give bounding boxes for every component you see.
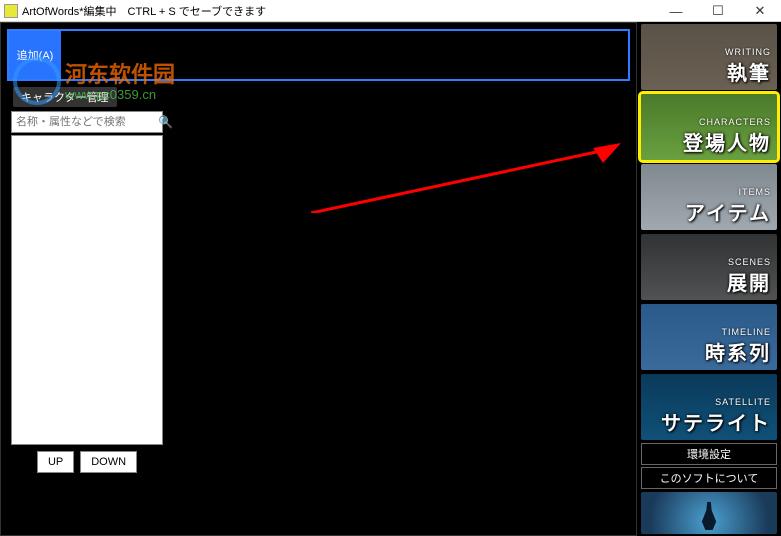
app-icon	[4, 4, 18, 18]
right-rail: WRITING 執筆 CHARACTERS 登場人物 ITEMS アイテム SC…	[637, 22, 781, 536]
title-bar: ArtOfWords*編集中 CTRL + S でセーブできます — ☐ ✕	[0, 0, 781, 22]
search-icon[interactable]: 🔍	[158, 115, 173, 129]
silhouette-icon	[700, 502, 718, 530]
tab-en-label: TIMELINE	[721, 327, 771, 337]
tab-scenes[interactable]: SCENES 展開	[641, 234, 777, 300]
window-controls: — ☐ ✕	[655, 0, 781, 22]
tab-jp-label: 展開	[727, 267, 771, 296]
tab-jp-label: 時系列	[705, 337, 771, 366]
reorder-controls: UP DOWN	[11, 451, 163, 473]
tab-jp-label: 執筆	[727, 57, 771, 86]
footer-image	[641, 492, 777, 534]
left-panel: 🔍 UP DOWN	[11, 111, 163, 473]
main-panel: 河东软件园 www.pc0359.cn 追加(A) キャラクター管理 🔍 UP …	[0, 22, 637, 536]
up-button[interactable]: UP	[37, 451, 74, 473]
tab-satellite[interactable]: SATELLITE サテライト	[641, 374, 777, 440]
window-title: ArtOfWords*編集中 CTRL + S でセーブできます	[22, 3, 266, 19]
minimize-button[interactable]: —	[655, 0, 697, 22]
top-row: 追加(A)	[7, 29, 630, 81]
tab-jp-label: サテライト	[661, 407, 771, 436]
close-button[interactable]: ✕	[739, 0, 781, 22]
tab-jp-label: アイテム	[685, 197, 771, 226]
maximize-button[interactable]: ☐	[697, 0, 739, 22]
tab-en-label: SATELLITE	[715, 397, 771, 407]
link-env-settings[interactable]: 環境設定	[641, 443, 777, 465]
annotation-arrow-icon	[311, 143, 621, 213]
search-box[interactable]: 🔍	[11, 111, 163, 133]
tab-timeline[interactable]: TIMELINE 時系列	[641, 304, 777, 370]
tab-writing[interactable]: WRITING 執筆	[641, 24, 777, 90]
tab-characters[interactable]: CHARACTERS 登場人物	[641, 94, 777, 160]
section-label: キャラクター管理	[13, 87, 117, 107]
tab-jp-label: 登場人物	[683, 127, 771, 156]
tab-en-label: CHARACTERS	[699, 117, 771, 127]
tab-items[interactable]: ITEMS アイテム	[641, 164, 777, 230]
link-about[interactable]: このソフトについて	[641, 467, 777, 489]
tab-en-label: WRITING	[725, 47, 771, 57]
character-list[interactable]	[11, 135, 163, 445]
app-body: 河东软件园 www.pc0359.cn 追加(A) キャラクター管理 🔍 UP …	[0, 22, 781, 536]
tab-en-label: SCENES	[728, 257, 771, 267]
down-button[interactable]: DOWN	[80, 451, 137, 473]
search-input[interactable]	[16, 116, 158, 128]
tab-en-label: ITEMS	[738, 187, 771, 197]
add-button[interactable]: 追加(A)	[9, 31, 61, 79]
